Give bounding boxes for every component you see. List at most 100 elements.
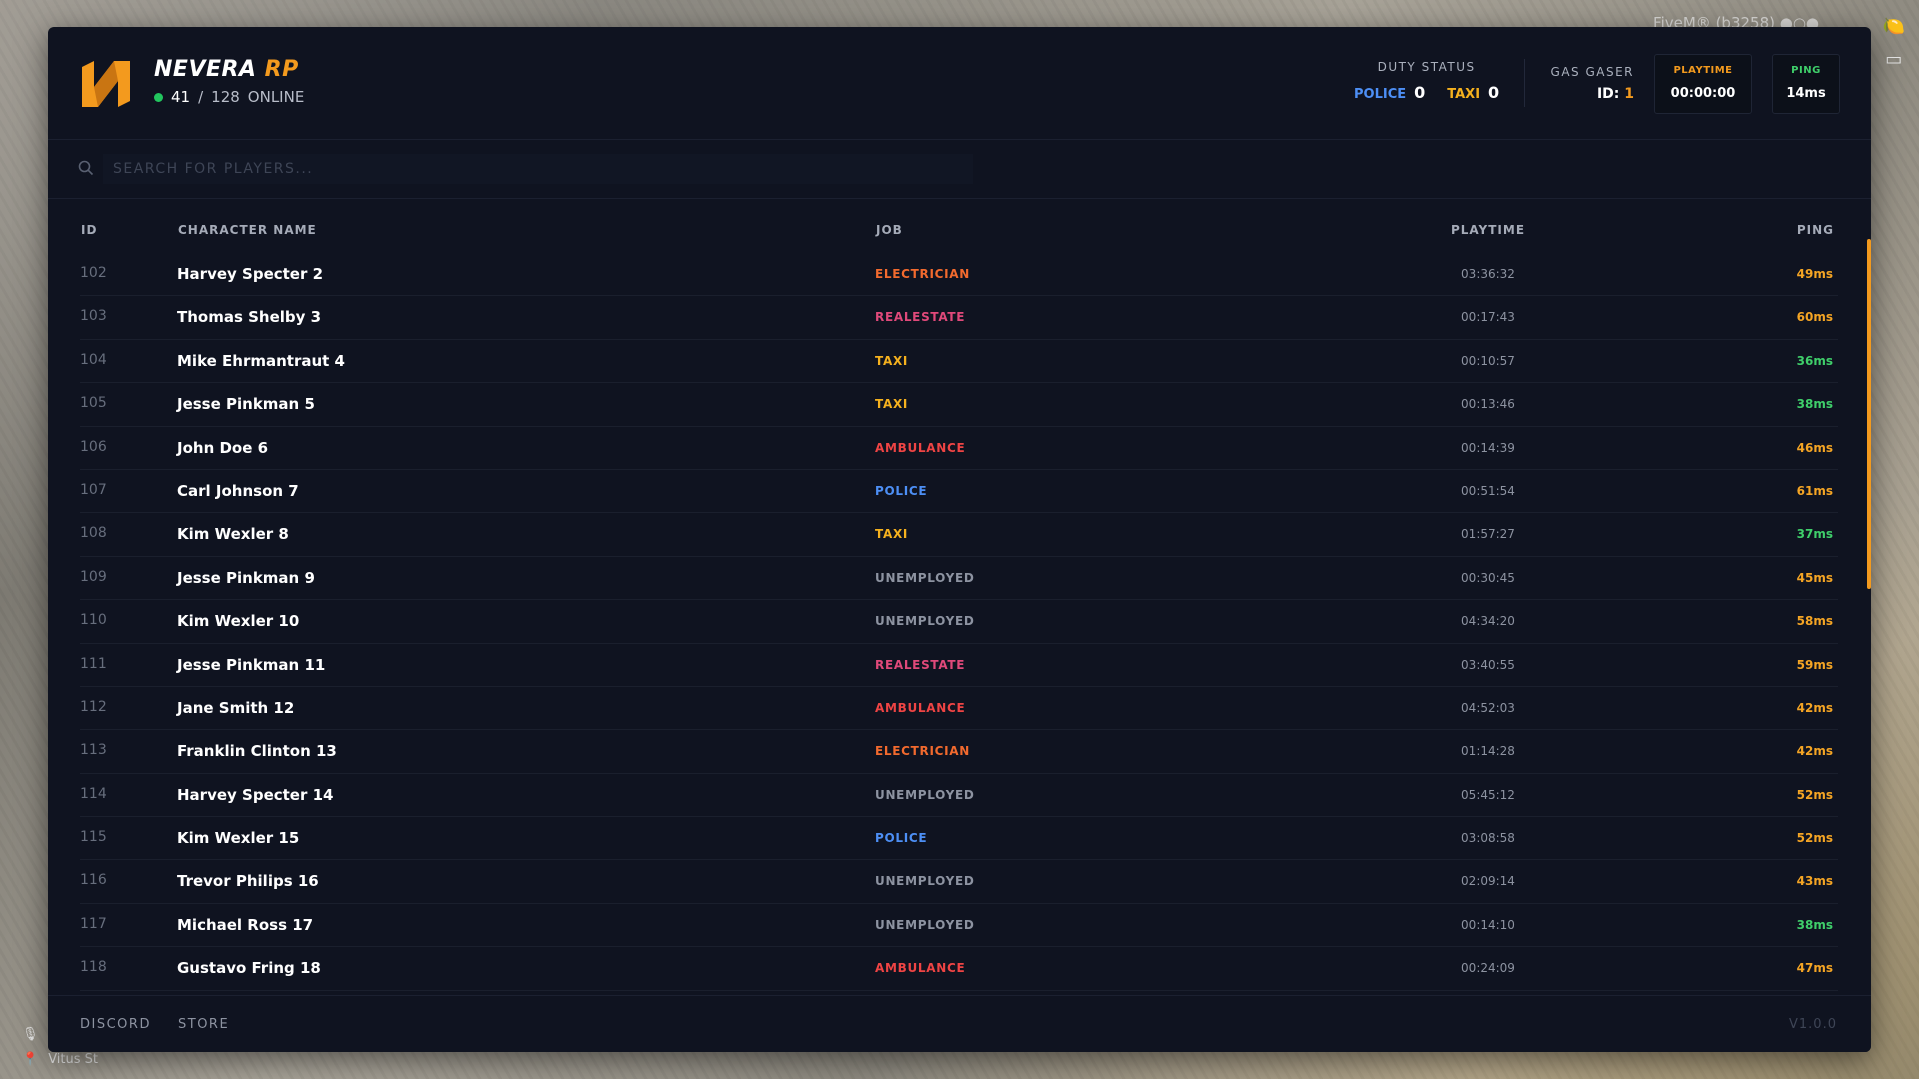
column-header-id[interactable]: ID xyxy=(81,223,97,237)
player-id-cell: 112 xyxy=(80,698,107,715)
playtime-cell: 03:08:58 xyxy=(1461,831,1515,846)
player-id-cell: 106 xyxy=(80,438,107,455)
playtime-cell: 00:14:10 xyxy=(1461,917,1515,932)
player-id-label: ID: xyxy=(1596,86,1620,102)
job-cell: TAXI xyxy=(875,397,909,412)
current-player: GAS GASER ID: 1 xyxy=(1551,65,1634,102)
table-row[interactable]: 113 Franklin Clinton 13 ELECTRICIAN 01:14:2… xyxy=(80,730,1838,774)
table-row[interactable]: 118 Gustavo Fring 18 AMBULANCE 00:24:09 47ms xyxy=(80,947,1838,991)
store-link[interactable]: STORE xyxy=(178,1017,229,1032)
player-id-cell: 107 xyxy=(80,481,107,498)
playtime-cell: 04:52:03 xyxy=(1461,700,1515,715)
table-row[interactable]: 107 Carl Johnson 7 POLICE 00:51:54 61ms xyxy=(80,470,1838,514)
ping-stat: PING 14ms xyxy=(1772,54,1840,114)
table-row[interactable]: 111 Jesse Pinkman 11 REALESTATE 03:40:55 59m… xyxy=(80,644,1838,687)
search-icon xyxy=(78,160,94,176)
table-row[interactable]: 117 Michael Ross 17 UNEMPLOYED 00:14:10 38ms xyxy=(80,904,1838,948)
discord-link[interactable]: DISCORD xyxy=(80,1017,151,1032)
table-row[interactable]: 112 Jane Smith 12 AMBULANCE 04:52:03 42ms xyxy=(80,687,1838,731)
game-hud-icons: 🍋 ▭ xyxy=(1883,16,1905,70)
ping-cell: 42ms xyxy=(1796,744,1833,759)
player-list[interactable]: 102 Harvey Specter 2 ELECTRICIAN 03:36:32 49… xyxy=(48,253,1838,1000)
playtime-stat-label: PLAYTIME xyxy=(1673,65,1733,76)
playtime-cell: 05:45:12 xyxy=(1461,787,1515,802)
column-header-playtime[interactable]: PLAYTIME xyxy=(1428,223,1548,237)
playtime-cell: 00:14:39 xyxy=(1461,440,1515,455)
player-id-cell: 114 xyxy=(80,785,107,802)
ping-cell: 46ms xyxy=(1796,440,1833,455)
player-id-cell: 111 xyxy=(80,655,107,672)
search-input[interactable] xyxy=(103,154,973,184)
character-name-cell: Kim Wexler 10 xyxy=(177,612,300,631)
job-cell: TAXI xyxy=(875,527,909,542)
player-id-cell: 115 xyxy=(80,829,107,846)
ping-cell: 43ms xyxy=(1796,874,1833,889)
column-header-ping[interactable]: PING xyxy=(1797,223,1834,237)
playtime-cell: 04:34:20 xyxy=(1461,614,1515,629)
character-name-cell: Jesse Pinkman 11 xyxy=(177,655,326,674)
table-header: ID CHARACTER NAME JOB PLAYTIME PING xyxy=(48,223,1871,245)
character-name-cell: Jesse Pinkman 9 xyxy=(177,568,315,587)
ping-cell: 49ms xyxy=(1796,267,1833,281)
character-name-cell: Thomas Shelby 3 xyxy=(177,308,322,327)
scrollbar-thumb[interactable] xyxy=(1867,239,1871,589)
player-id-cell: 116 xyxy=(80,872,107,889)
scoreboard-footer: DISCORD STORE V1.0.0 xyxy=(48,995,1871,1052)
job-cell: AMBULANCE xyxy=(875,440,966,455)
character-name-cell: Jane Smith 12 xyxy=(177,698,295,717)
ping-cell: 52ms xyxy=(1796,831,1833,846)
duty-taxi-label: TAXI xyxy=(1447,87,1481,102)
table-row[interactable]: 105 Jesse Pinkman 5 TAXI 00:13:46 38ms xyxy=(80,383,1838,427)
ping-cell: 38ms xyxy=(1796,917,1833,932)
playtime-cell: 00:17:43 xyxy=(1461,310,1515,325)
table-row[interactable]: 106 John Doe 6 AMBULANCE 00:14:39 46ms xyxy=(80,427,1838,470)
online-separator: / xyxy=(198,88,204,106)
column-header-job[interactable]: JOB xyxy=(876,223,903,237)
online-max: 128 xyxy=(211,88,240,106)
playtime-cell: 03:40:55 xyxy=(1461,657,1515,672)
playtime-cell: 00:51:54 xyxy=(1461,483,1515,498)
ping-stat-value: 14ms xyxy=(1786,86,1826,101)
header-divider xyxy=(1524,59,1525,107)
duty-counts: POLICE 0 TAXI 0 xyxy=(1354,83,1499,102)
player-id-cell: 102 xyxy=(80,265,107,281)
ping-cell: 38ms xyxy=(1796,397,1833,412)
location-pin-icon: 📍 xyxy=(22,1052,39,1067)
ping-cell: 60ms xyxy=(1796,310,1833,325)
duty-taxi-count: 0 xyxy=(1488,83,1500,102)
version-label: V1.0.0 xyxy=(1789,1017,1837,1032)
table-row[interactable]: 103 Thomas Shelby 3 REALESTATE 00:17:43 60ms xyxy=(80,296,1838,340)
job-cell: POLICE xyxy=(875,483,928,498)
job-cell: TAXI xyxy=(875,353,909,368)
job-cell: UNEMPLOYED xyxy=(875,917,975,932)
playtime-stat: PLAYTIME 00:00:00 xyxy=(1654,54,1752,114)
table-row[interactable]: 116 Trevor Philips 16 UNEMPLOYED 02:09:14 43… xyxy=(80,860,1838,904)
column-header-name[interactable]: CHARACTER NAME xyxy=(178,223,317,237)
job-cell: UNEMPLOYED xyxy=(875,874,975,889)
duty-police-label: POLICE xyxy=(1354,87,1407,102)
player-id-cell: 117 xyxy=(80,915,107,932)
brand-title: NEVERA RP xyxy=(154,57,304,82)
table-row[interactable]: 109 Jesse Pinkman 9 UNEMPLOYED 00:30:45 45ms xyxy=(80,557,1838,601)
brand-name: NEVERA xyxy=(154,57,257,82)
job-cell: REALESTATE xyxy=(875,310,966,325)
ping-cell: 45ms xyxy=(1796,570,1833,585)
character-name-cell: Jesse Pinkman 5 xyxy=(177,395,315,414)
scoreboard-header: NEVERA RP 41 / 128 ONLINE DUTY STATUS PO… xyxy=(48,27,1871,140)
duty-police: POLICE 0 xyxy=(1354,83,1425,102)
duty-status: DUTY STATUS POLICE 0 TAXI 0 xyxy=(1354,60,1499,102)
table-row[interactable]: 108 Kim Wexler 8 TAXI 01:57:27 37ms xyxy=(80,513,1838,557)
table-row[interactable]: 110 Kim Wexler 10 UNEMPLOYED 04:34:20 58ms xyxy=(80,600,1838,644)
character-name-cell: John Doe 6 xyxy=(177,438,269,457)
table-row[interactable]: 114 Harvey Specter 14 UNEMPLOYED 05:45:12 52… xyxy=(80,774,1838,818)
table-row[interactable]: 102 Harvey Specter 2 ELECTRICIAN 03:36:32 49… xyxy=(80,253,1838,297)
player-id-cell: 109 xyxy=(80,568,107,585)
player-id-cell: 104 xyxy=(80,351,107,368)
job-cell: AMBULANCE xyxy=(875,700,966,715)
table-row[interactable]: 104 Mike Ehrmantraut 4 TAXI 00:10:57 36ms xyxy=(80,340,1838,384)
character-name-cell: Michael Ross 17 xyxy=(177,915,314,934)
playtime-cell: 00:30:45 xyxy=(1461,570,1515,585)
online-current: 41 xyxy=(171,88,191,106)
player-id-value: 1 xyxy=(1624,86,1634,102)
table-row[interactable]: 115 Kim Wexler 15 POLICE 03:08:58 52ms xyxy=(80,817,1838,861)
